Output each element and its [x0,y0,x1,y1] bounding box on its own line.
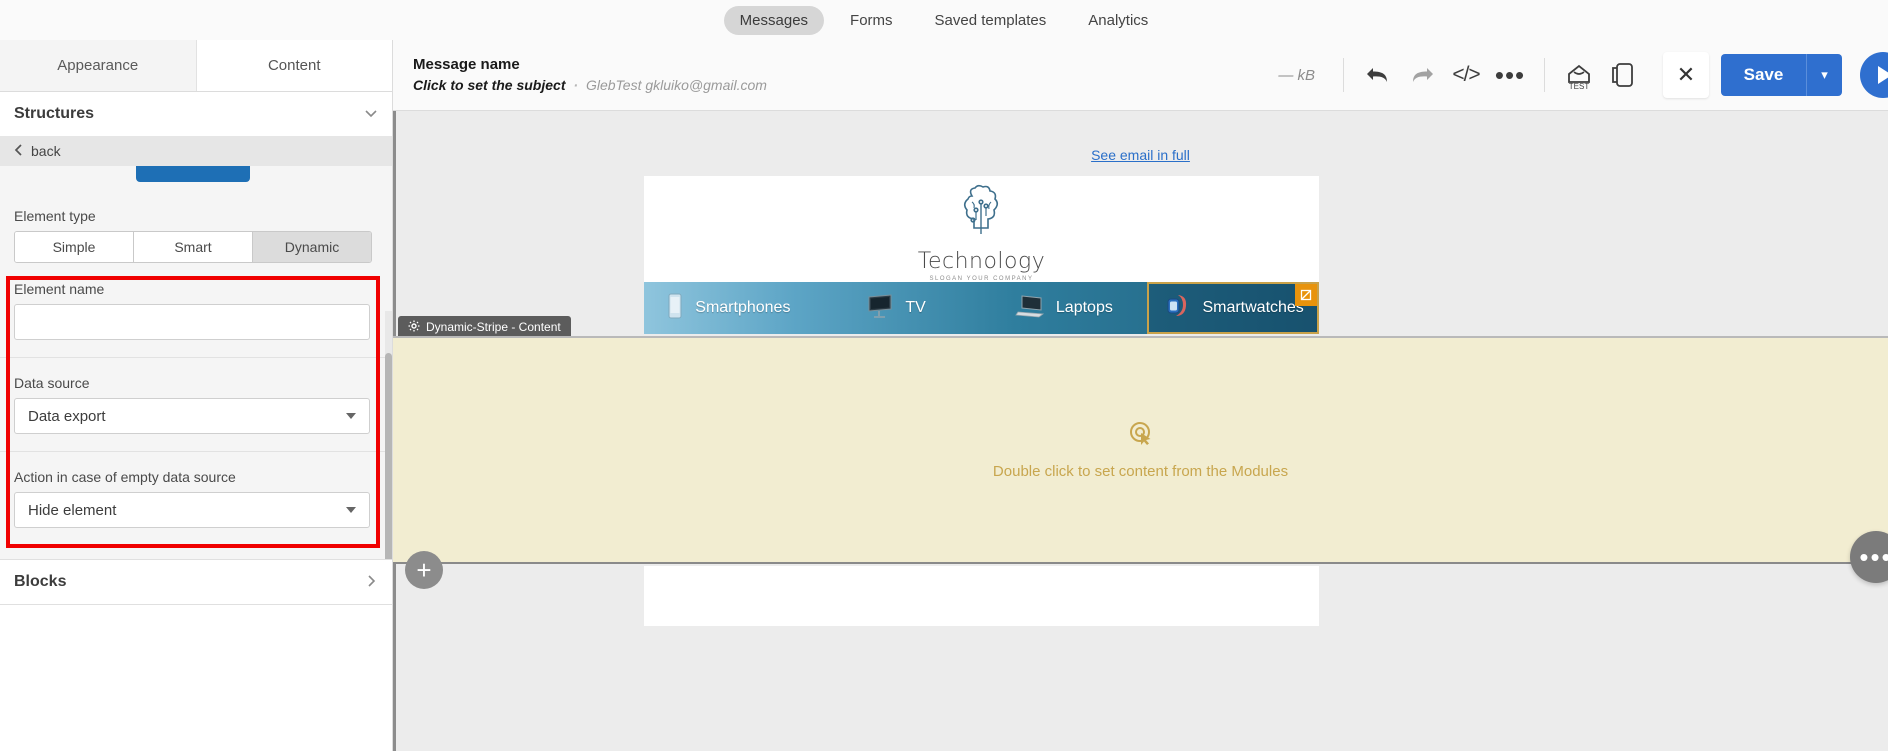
block-actions-button[interactable]: ••• [1850,531,1888,583]
email-nav-stripe: Smartphones TV Laptops Smartwatches [644,282,1319,334]
nav-item-smartwatches[interactable]: Smartwatches [1147,282,1319,334]
add-block-button[interactable]: + [405,551,443,589]
tab-forms[interactable]: Forms [834,6,909,35]
partial-blue-button[interactable] [136,166,250,182]
save-button-group: Save ▾ [1721,54,1842,96]
toolbar-separator [1343,58,1344,92]
code-icon[interactable]: </> [1444,53,1488,97]
no-edit-icon[interactable] [1295,284,1317,306]
element-name-group: Element name [0,281,392,340]
structures-section-header[interactable]: Structures [0,92,392,136]
nav-label: TV [905,299,926,316]
divider [0,451,392,452]
empty-action-select[interactable]: Hide element [14,492,370,528]
chevron-down-icon [346,413,356,419]
top-navigation: Messages Forms Saved templates Analytics [0,0,1888,40]
editor-toolbar: Message name Click to set the subject · … [393,40,1888,111]
email-canvas: See email in full Technology SLOGAN YOUR… [393,111,1888,751]
chevron-down-icon[interactable] [364,106,378,122]
logo-wrap: Technology SLOGAN YOUR COMPANY [918,182,1045,282]
tab-analytics[interactable]: Analytics [1072,6,1164,35]
dynamic-content-placeholder[interactable]: Double click to set content from the Mod… [393,336,1888,564]
laptop-icon [1014,293,1046,324]
save-button[interactable]: Save [1721,54,1806,96]
data-source-select[interactable]: Data export [14,398,370,434]
panel-scrollbar-thumb[interactable] [385,353,392,559]
data-source-group: Data source Data export [0,375,392,434]
toolbar-separator [1544,58,1545,92]
blocks-section-header[interactable]: Blocks [0,560,392,605]
gear-icon [408,320,420,335]
element-type-option-smart[interactable]: Smart [134,232,253,262]
nav-item-smartphones[interactable]: Smartphones [644,282,812,334]
selected-block-tag: Dynamic-Stripe - Content [398,316,571,338]
mobile-preview-icon[interactable] [1601,53,1645,97]
message-info: Message name Click to set the subject · … [413,55,767,95]
smartphone-icon [665,293,685,324]
back-label: back [31,143,61,159]
test-icon[interactable]: TEST [1557,53,1601,97]
sender-address: GlebTest gkluiko@gmail.com [585,77,767,93]
dynamic-placeholder-text: Double click to set content from the Mod… [992,463,1289,480]
chevron-right-icon[interactable] [364,574,378,590]
element-type-option-simple[interactable]: Simple [15,232,134,262]
email-editor: Message name Click to set the subject · … [393,40,1888,751]
subject-prompt[interactable]: Click to set the subject [413,77,565,93]
see-email-in-full-wrap: See email in full [393,147,1888,165]
empty-action-label: Action in case of empty data source [14,469,236,485]
nav-label: Smartphones [695,299,791,316]
element-type-segmented-control: Simple Smart Dynamic [14,231,372,263]
empty-action-group: Action in case of empty data source Hide… [0,469,392,528]
email-body-continuation [644,566,1319,626]
app-root: Messages Forms Saved templates Analytics… [0,0,1888,751]
data-source-value: Data export [28,407,106,425]
smartwatch-icon [1162,292,1192,325]
left-settings-panel: Appearance Content Structures back Eleme… [0,40,393,751]
back-button[interactable]: back [0,136,392,166]
email-preview: Technology SLOGAN YOUR COMPANY Smartphon… [644,176,1319,334]
empty-action-value: Hide element [28,501,117,519]
svg-text:TEST: TEST [1569,82,1590,90]
divider [0,357,392,358]
brand-name: Technology [917,249,1046,274]
panel-scrollbar[interactable] [385,311,392,559]
separator-dot: · [573,77,579,93]
tv-icon [865,293,895,324]
email-size-label: — kB [1278,66,1315,84]
send-play-button[interactable] [1860,52,1888,98]
tab-saved-templates[interactable]: Saved templates [919,6,1063,35]
nav-label: Laptops [1055,299,1113,316]
settings-scroll-body: Element type Simple Smart Dynamic Elemen… [0,166,392,560]
chevron-left-icon [13,143,23,160]
close-button[interactable]: ✕ [1663,52,1709,98]
element-name-input[interactable] [14,304,370,340]
tab-messages[interactable]: Messages [723,5,825,35]
email-header: Technology SLOGAN YOUR COMPANY [644,176,1319,282]
blocks-title: Blocks [14,573,67,590]
toolbar-actions: — kB </> ••• TEST ✕ Save ▾ [1278,52,1888,98]
redo-icon[interactable] [1400,53,1444,97]
see-email-in-full-link[interactable]: See email in full [1091,147,1190,163]
element-type-label: Element type [14,208,96,224]
tab-content[interactable]: Content [196,40,392,91]
data-source-label: Data source [14,375,90,391]
tab-appearance[interactable]: Appearance [0,40,197,91]
chevron-down-icon [346,507,356,513]
brain-circuit-logo-icon [948,182,1014,247]
element-name-label: Element name [14,281,105,297]
structures-title: Structures [14,105,95,122]
more-options-icon[interactable]: ••• [1488,53,1532,97]
undo-icon[interactable] [1356,53,1400,97]
message-name[interactable]: Message name [413,55,767,75]
selected-block-tag-label: Dynamic-Stripe - Content [426,320,561,334]
nav-label: Smartwatches [1202,299,1304,316]
nav-item-laptops[interactable]: Laptops [980,282,1148,334]
element-type-option-dynamic[interactable]: Dynamic [253,232,371,262]
play-icon [1878,66,1888,84]
save-dropdown-chevron-down-icon[interactable]: ▾ [1806,54,1842,96]
nav-item-tv[interactable]: TV [812,282,980,334]
click-target-icon [1128,420,1154,451]
panel-tabs: Appearance Content [0,40,392,92]
